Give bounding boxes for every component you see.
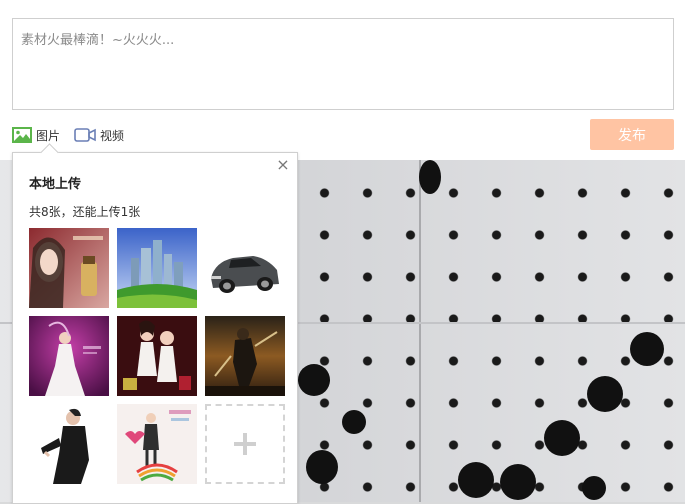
thumbnail-warrior-game-art[interactable] xyxy=(205,316,285,396)
video-camera-icon xyxy=(74,128,96,142)
thumbnail-two-models-poster[interactable] xyxy=(117,316,197,396)
add-image-button[interactable] xyxy=(205,404,285,484)
publish-button[interactable]: 发布 xyxy=(590,119,674,150)
upload-count-text: 共8张，还能上传1张 xyxy=(29,205,141,219)
image-icon xyxy=(12,127,32,143)
thumbnail-woman-with-cosmetic-product[interactable] xyxy=(29,228,109,308)
post-textarea-box xyxy=(12,18,674,110)
thumbnail-city-skyline[interactable] xyxy=(117,228,197,308)
background-seam xyxy=(419,150,421,502)
background-dot xyxy=(544,420,580,456)
photo-button[interactable]: 图片 xyxy=(12,124,60,146)
plus-icon xyxy=(234,433,256,455)
background-dot xyxy=(458,462,494,498)
background-dot xyxy=(630,332,664,366)
popup-title: 本地上传 xyxy=(29,177,82,192)
background-dot xyxy=(582,476,606,500)
background-dot xyxy=(306,450,338,484)
background-dot xyxy=(500,464,536,500)
background-dot xyxy=(419,160,441,194)
post-composer: 图片 视频 发布 xyxy=(0,0,685,160)
close-icon[interactable]: × xyxy=(275,157,291,173)
photo-label: 图片 xyxy=(36,128,61,143)
thumbnail-woman-in-white-gown[interactable] xyxy=(29,316,109,396)
thumbnail-sports-car[interactable] xyxy=(205,228,285,308)
local-upload-popup: × 本地上传 共8张，还能上传1张 xyxy=(12,143,298,504)
background-dot xyxy=(342,410,366,434)
post-textarea[interactable] xyxy=(13,19,673,109)
thumbnail-person-in-black-coat[interactable] xyxy=(29,404,109,484)
video-button[interactable]: 视频 xyxy=(74,124,124,146)
background-dot xyxy=(298,364,330,396)
video-label: 视频 xyxy=(100,128,125,143)
thumbnail-grid xyxy=(29,228,287,486)
background-dot xyxy=(587,376,623,412)
thumbnail-couple-cartoon-poster[interactable] xyxy=(117,404,197,484)
